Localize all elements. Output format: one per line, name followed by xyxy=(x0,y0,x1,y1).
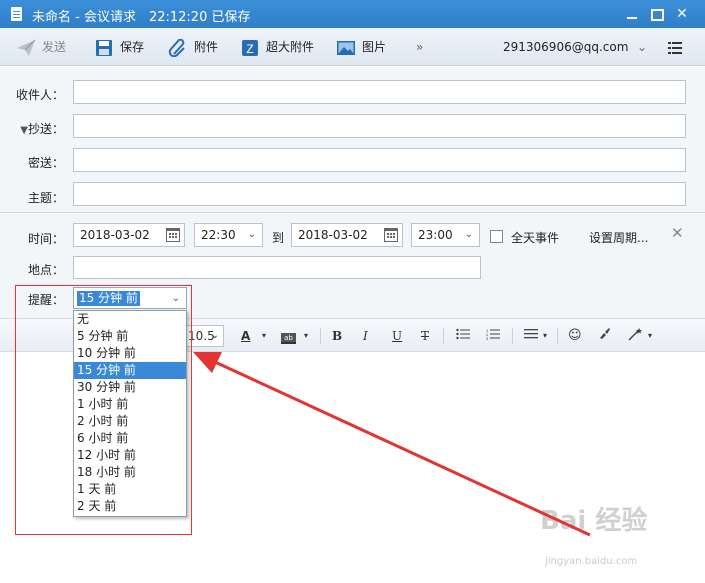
paper-plane-icon xyxy=(17,39,36,56)
location-label: 地点： xyxy=(27,263,64,277)
to-label: 收件人： xyxy=(15,88,64,102)
document-icon xyxy=(11,7,22,21)
calendar-icon[interactable] xyxy=(166,228,180,242)
reminder-option[interactable]: 1 小时 前 xyxy=(74,396,186,413)
brush-icon[interactable] xyxy=(598,327,611,345)
font-size-select[interactable]: 10.5 ⌄ xyxy=(184,325,224,347)
cc-label[interactable]: ▼抄送： xyxy=(4,120,64,137)
calendar-icon[interactable] xyxy=(384,228,398,242)
save-button[interactable]: 保存 xyxy=(94,37,144,57)
close-window-button[interactable]: ✕ xyxy=(672,4,692,24)
window-title: 未命名 - 会议请求 22:12:20 已保存 xyxy=(32,10,251,25)
chevron-down-icon[interactable]: ▾ xyxy=(648,327,652,345)
big-attachment-label: 超大附件 xyxy=(266,40,315,54)
end-date-value: 2018-03-02 xyxy=(298,228,368,242)
reminder-select[interactable]: 15 分钟 前 ⌄ xyxy=(73,287,187,309)
all-day-label: 全天事件 xyxy=(511,231,560,245)
watermark-logo: Bai 经验 xyxy=(540,506,648,536)
svg-text:Z: Z xyxy=(246,42,253,56)
attach-label: 附件 xyxy=(194,40,219,54)
highlight-color-icon[interactable]: ab xyxy=(281,327,296,345)
cc-field[interactable] xyxy=(73,114,686,138)
sender-account[interactable]: 291306906@qq.com xyxy=(503,37,628,57)
font-color-button[interactable]: A xyxy=(241,327,250,345)
main-toolbar: 发送 保存 附件 Z 超大附件 图片 » 291306906@qq.com ⌄ xyxy=(0,28,705,66)
chevron-down-icon: ⌄ xyxy=(464,229,473,240)
bold-button[interactable]: B xyxy=(332,327,342,345)
align-icon[interactable] xyxy=(524,327,538,345)
chevron-down-icon[interactable]: ▾ xyxy=(304,327,308,345)
recurrence-link[interactable]: 设置周期... xyxy=(589,229,659,246)
close-icon[interactable]: ✕ xyxy=(671,224,684,242)
magic-wand-icon[interactable] xyxy=(628,327,644,345)
start-time-value: 22:30 xyxy=(201,228,236,242)
numbered-list-icon[interactable]: 123 xyxy=(486,327,500,345)
reminder-option-selected[interactable]: 15 分钟 前 xyxy=(74,362,186,379)
reminder-option[interactable]: 2 天 前 xyxy=(74,498,186,515)
underline-button[interactable]: U xyxy=(392,327,402,345)
reminder-option[interactable]: 12 小时 前 xyxy=(74,447,186,464)
send-button[interactable]: 发送 xyxy=(16,37,66,57)
bullet-list-icon[interactable] xyxy=(456,327,470,345)
italic-button[interactable]: I xyxy=(363,327,368,345)
all-day-checkbox[interactable] xyxy=(490,230,503,243)
reminder-selected-value: 15 分钟 前 xyxy=(77,291,140,306)
chevron-down-icon: ⌄ xyxy=(247,229,256,240)
location-field[interactable] xyxy=(73,256,481,279)
title-bar: 未命名 - 会议请求 22:12:20 已保存 ✕ xyxy=(0,0,705,28)
picture-button[interactable]: 图片 xyxy=(336,37,386,57)
reminder-option[interactable]: 2 小时 前 xyxy=(74,413,186,430)
reminder-option[interactable]: 无 xyxy=(74,311,186,328)
chevron-down-icon: ⌄ xyxy=(210,330,219,341)
end-date-picker[interactable]: 2018-03-02 xyxy=(291,223,403,247)
end-time-value: 23:00 xyxy=(418,228,453,242)
time-label: 时间： xyxy=(27,232,64,246)
chevron-down-icon[interactable]: ▾ xyxy=(262,327,266,345)
more-tools-button[interactable]: » xyxy=(416,37,423,57)
minimize-button[interactable] xyxy=(622,4,642,24)
attach-button[interactable]: 附件 xyxy=(168,37,218,57)
triangle-down-icon[interactable]: ▼ xyxy=(20,125,28,136)
maximize-button[interactable] xyxy=(646,4,666,24)
picture-label: 图片 xyxy=(362,40,387,54)
floppy-disk-icon xyxy=(96,39,112,56)
end-time-select[interactable]: 23:00 ⌄ xyxy=(411,223,480,247)
to-field[interactable] xyxy=(73,80,686,104)
reminder-option[interactable]: 1 天 前 xyxy=(74,481,186,498)
reminder-option[interactable]: 6 小时 前 xyxy=(74,430,186,447)
menu-icon[interactable] xyxy=(668,37,682,57)
subject-field[interactable] xyxy=(73,182,686,206)
big-attachment-button[interactable]: Z 超大附件 xyxy=(240,37,314,57)
start-time-select[interactable]: 22:30 ⌄ xyxy=(194,223,263,247)
emoji-icon[interactable]: ☺ xyxy=(568,327,582,345)
start-date-picker[interactable]: 2018-03-02 xyxy=(73,223,185,247)
chevron-down-icon[interactable]: ⌄ xyxy=(637,37,647,57)
big-attachment-icon: Z xyxy=(242,39,258,56)
svg-text:3: 3 xyxy=(486,336,489,340)
subject-label: 主题： xyxy=(27,191,64,205)
watermark-url: jingyan.baidu.com xyxy=(545,556,638,567)
cc-label-text: 抄送： xyxy=(27,122,64,136)
reminder-dropdown-list: 无 5 分钟 前 10 分钟 前 15 分钟 前 30 分钟 前 1 小时 前 … xyxy=(73,310,187,517)
send-label: 发送 xyxy=(42,40,67,54)
picture-icon xyxy=(337,40,355,55)
chevron-down-icon: ⌄ xyxy=(171,293,180,304)
to-separator: 到 xyxy=(271,231,284,245)
reminder-label: 提醒： xyxy=(27,293,64,307)
reminder-option[interactable]: 18 小时 前 xyxy=(74,464,186,481)
bcc-field[interactable] xyxy=(73,148,686,172)
start-date-value: 2018-03-02 xyxy=(80,228,150,242)
strikethrough-button[interactable]: T xyxy=(421,327,429,345)
bcc-label: 密送： xyxy=(27,156,64,170)
paperclip-icon xyxy=(168,38,185,57)
reminder-option[interactable]: 5 分钟 前 xyxy=(74,328,186,345)
reminder-option[interactable]: 10 分钟 前 xyxy=(74,345,186,362)
reminder-option[interactable]: 30 分钟 前 xyxy=(74,379,186,396)
save-label: 保存 xyxy=(120,40,145,54)
chevron-down-icon[interactable]: ▾ xyxy=(543,327,547,345)
